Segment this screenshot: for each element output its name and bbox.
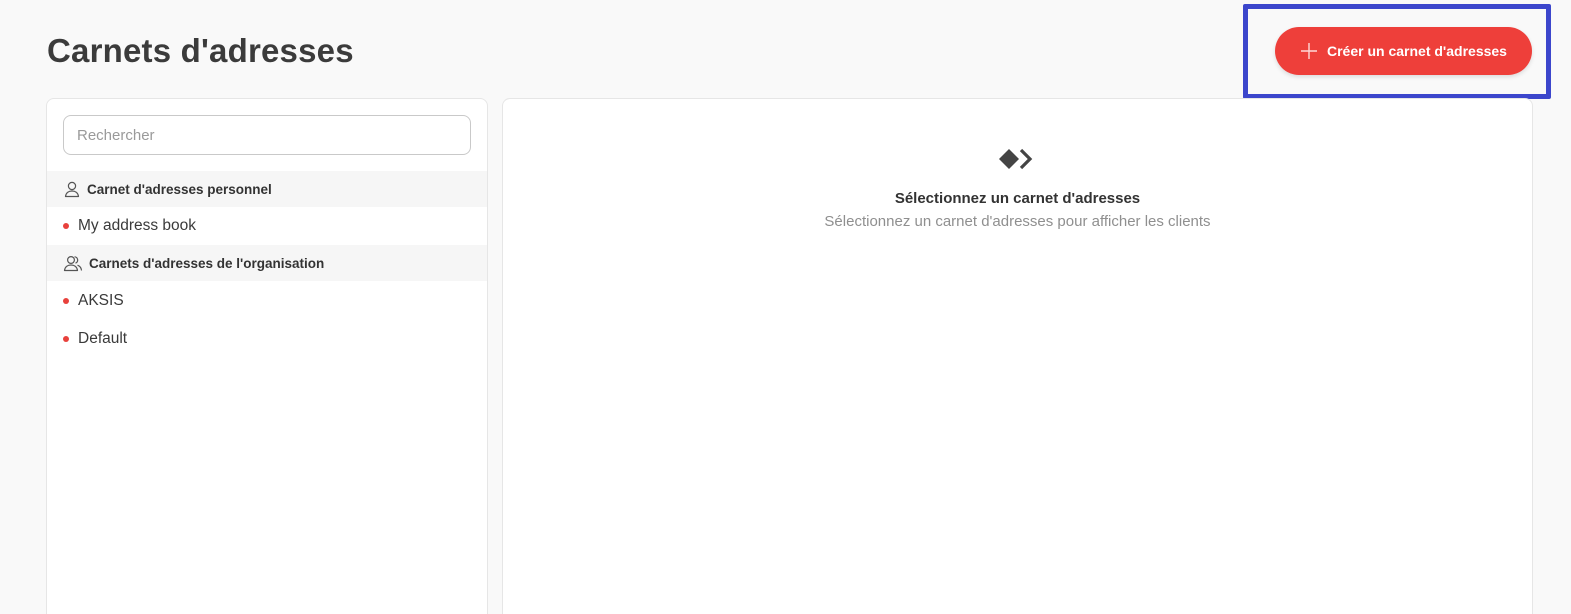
list-item-label: Default: [78, 330, 128, 347]
status-dot: [63, 298, 69, 304]
list-item-default[interactable]: Default: [47, 321, 487, 357]
empty-state-subtitle: Sélectionnez un carnet d'adresses pour a…: [824, 213, 1211, 230]
section-label-organization: Carnets d'adresses de l'organisation: [89, 255, 325, 271]
user-icon: [64, 181, 80, 198]
select-pointer-icon: [999, 148, 1033, 170]
search-input[interactable]: [63, 115, 471, 155]
list-item-label: My address book: [78, 217, 197, 234]
users-icon: [63, 255, 83, 272]
list-item-aksis[interactable]: AKSIS: [47, 283, 487, 319]
status-dot: [63, 336, 69, 342]
section-header-organization: Carnets d'adresses de l'organisation: [47, 245, 487, 281]
page-title: Carnets d'adresses: [47, 32, 354, 69]
empty-state-title: Sélectionnez un carnet d'adresses: [894, 190, 1141, 207]
address-book-list-panel: Carnet d'adresses personnel My address b…: [46, 98, 488, 614]
list-item-label: AKSIS: [78, 292, 124, 309]
section-label-personal: Carnet d'adresses personnel: [87, 181, 272, 197]
status-dot: [63, 223, 69, 229]
section-header-personal: Carnet d'adresses personnel: [47, 171, 487, 207]
annotation-highlight-box: [1243, 4, 1551, 99]
address-book-detail-panel: Sélectionnez un carnet d'adresses Sélect…: [502, 98, 1533, 614]
list-item-my-address-book[interactable]: My address book: [47, 208, 487, 244]
